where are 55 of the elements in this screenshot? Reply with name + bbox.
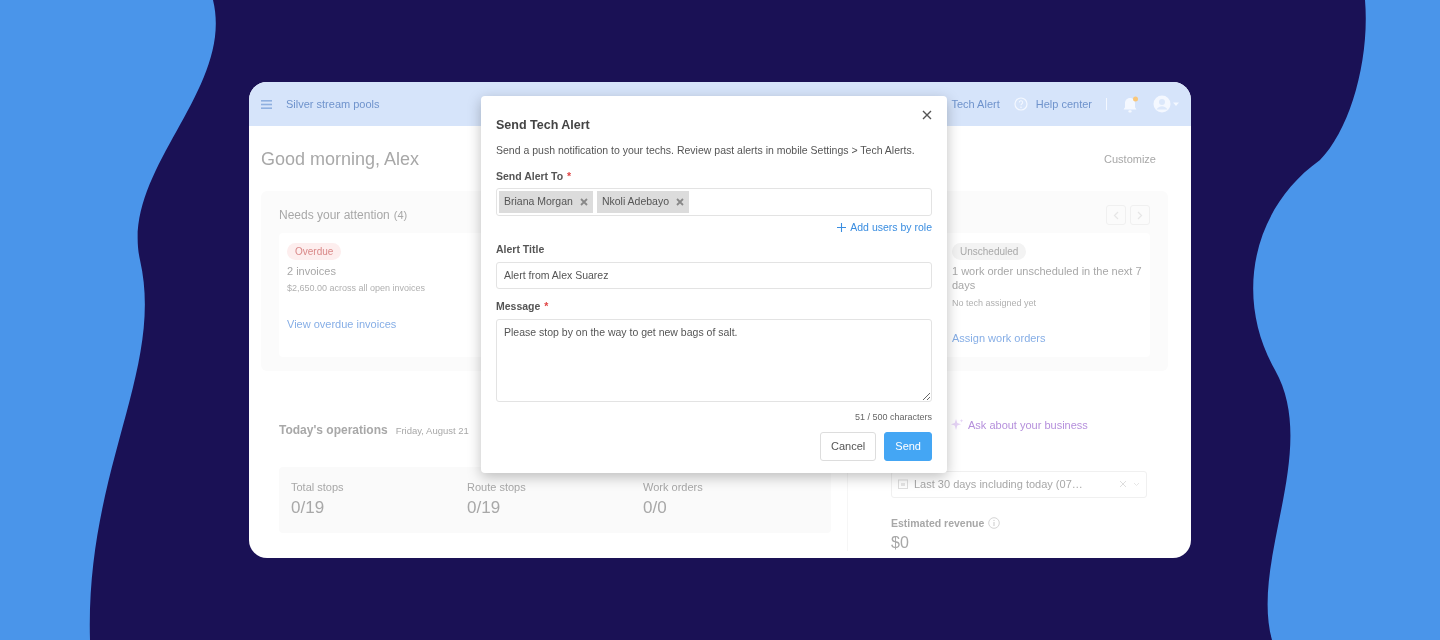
field-label: Message (496, 300, 541, 313)
modal-title: Send Tech Alert (496, 117, 590, 134)
card-headline: 1 work order unscheduled in the next 7 days (952, 264, 1142, 293)
info-icon (988, 517, 1001, 530)
company-name: Silver stream pools (286, 96, 380, 112)
avatar-icon[interactable] (1153, 95, 1181, 113)
cancel-button[interactable]: Cancel (820, 432, 877, 461)
card-detail: $2,650.00 across all open invoices (287, 282, 427, 296)
dropdown-value: Last 30 days including today (07… (914, 477, 1084, 493)
greeting-heading: Good morning, Alex (261, 148, 420, 171)
help-icon[interactable] (1013, 97, 1028, 111)
tech-alert-link[interactable]: Tech Alert (951, 95, 1000, 113)
section-title: Today's operations (279, 421, 388, 439)
card-detail: No tech assigned yet (952, 296, 1038, 310)
field-label: Alert Title (496, 242, 545, 255)
message-textarea[interactable]: Please stop by on the way to get new bags of salt. (496, 319, 932, 402)
recipient-chip[interactable]: Nkoli Adebayo (596, 191, 689, 213)
field-label: Send Alert To (496, 169, 564, 182)
stat-label: Route stops (467, 479, 527, 495)
close-icon[interactable] (922, 110, 932, 120)
stat-label: Total stops (291, 479, 345, 495)
attention-count: (4) (393, 208, 408, 223)
section-title: Needs your attention (279, 207, 390, 224)
plus-icon (837, 223, 847, 233)
card-link[interactable]: View overdue invoices (287, 315, 477, 333)
clear-icon[interactable] (1119, 480, 1127, 489)
metric-label: Estimated revenue (891, 515, 985, 531)
character-counter: 51 / 500 characters (854, 410, 932, 424)
card-headline: 2 invoices (287, 264, 337, 279)
remove-icon[interactable] (676, 198, 684, 207)
send-button[interactable]: Send (884, 432, 932, 461)
caret-icon[interactable] (1133, 481, 1140, 487)
status-tag: Overdue (287, 243, 342, 260)
modal-description: Send a push notification to your techs. Review past alerts in mobile Settings > Tech Alerts. (496, 142, 916, 158)
title-input[interactable]: Alert from Alex Suarez (496, 261, 932, 290)
stat-value: 0/19 (291, 497, 326, 520)
status-tag: Unscheduled (952, 243, 1027, 260)
add-users-link[interactable]: Add users by role (837, 220, 932, 236)
calendar-icon (898, 479, 908, 490)
customize-link[interactable]: Customize (1104, 151, 1156, 168)
bell-icon[interactable] (1121, 95, 1139, 113)
required-mark: * (567, 169, 572, 182)
stat-label: Work orders (643, 479, 704, 495)
metric-value: $0 (891, 535, 909, 552)
recipient-chip[interactable]: Briana Morgan (499, 191, 593, 213)
help-center-link[interactable]: Help center (1035, 95, 1092, 113)
required-mark: * (544, 300, 549, 313)
stat-value: 0/19 (467, 497, 502, 520)
ask-assistant-link[interactable]: Ask about your business (950, 416, 1088, 434)
stat-value: 0/0 (643, 497, 668, 520)
recipients-field[interactable]: Briana Morgan Nkoli Adebayo (496, 188, 932, 216)
remove-icon[interactable] (579, 198, 588, 207)
date-text: Friday, August 21 (395, 423, 469, 438)
menu-icon[interactable] (261, 99, 272, 109)
card-link[interactable]: Assign work orders (952, 330, 1142, 347)
